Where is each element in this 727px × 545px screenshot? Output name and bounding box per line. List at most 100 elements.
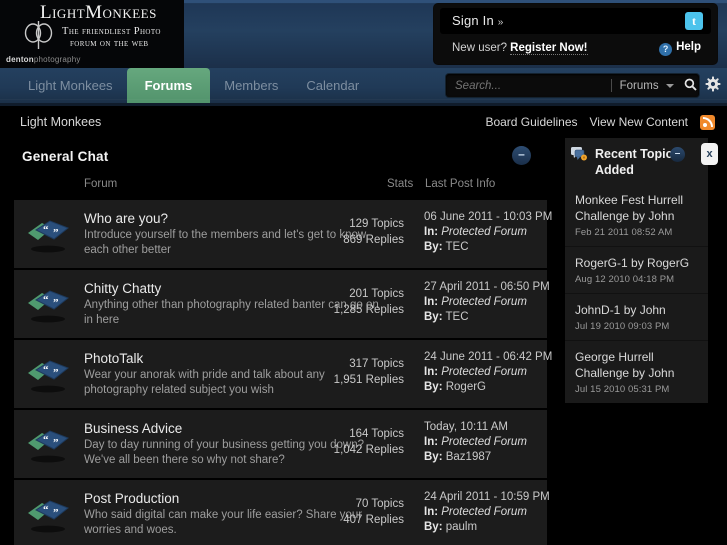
search-icon[interactable] — [683, 78, 699, 94]
recent-topic-title[interactable]: RogerG-1 by RogerG — [575, 255, 700, 271]
forum-last-post-cell: 24 June 2011 - 06:42 PM In: Protected For… — [424, 350, 554, 395]
forum-reply-count: 869 Replies — [343, 234, 404, 246]
new-user-label: New user? — [452, 42, 507, 54]
svg-text:“: “ — [43, 294, 49, 306]
table-row[interactable]: “ ” Business Advice Day to day running of… — [14, 410, 547, 480]
forum-icon-cell: “ ” — [14, 340, 84, 408]
minimize-panel-button[interactable]: – — [670, 147, 685, 162]
list-item[interactable]: George Hurrell Challenge by John Jul 15 2… — [565, 340, 708, 403]
sign-in-panel: Sign In » t New user? Register Now! ? Hel… — [434, 4, 717, 64]
forum-last-post-cell: 27 April 2011 - 06:50 PM In: Protected Fo… — [424, 280, 554, 325]
svg-text:“: “ — [43, 504, 49, 516]
forum-icon-cell: “ ” — [14, 200, 84, 268]
forum-last-post-cell: 06 June 2011 - 10:03 PM In: Protected For… — [424, 210, 554, 255]
last-post-forum-link[interactable]: Protected Forum — [441, 436, 527, 448]
last-post-forum-link[interactable]: Protected Forum — [441, 226, 527, 238]
recent-topic-title[interactable]: JohnD-1 by John — [575, 302, 700, 318]
collapse-category-button[interactable]: – — [512, 146, 531, 165]
table-row[interactable]: “ ” PhotoTalk Wear your anorak with pride… — [14, 340, 552, 410]
svg-text:”: ” — [53, 437, 59, 449]
column-header-forum: Forum — [84, 178, 118, 190]
nav-item-forums[interactable]: Forums — [126, 68, 211, 103]
list-item[interactable]: JohnD-1 by John Jul 19 2010 09:03 PM — [565, 293, 708, 340]
forum-stats-cell: 201 Topics 1,285 Replies — [314, 286, 404, 318]
rss-icon[interactable] — [700, 114, 715, 130]
twitter-icon[interactable]: t — [685, 12, 703, 30]
last-post-in-label: In: — [424, 366, 439, 378]
chevron-down-icon[interactable] — [665, 83, 674, 88]
comments-icon — [571, 147, 587, 161]
search-scope-label[interactable]: Forums — [612, 80, 663, 92]
last-post-author-link[interactable]: RogerG — [446, 381, 486, 393]
nav-item-calendar[interactable]: Calendar — [292, 68, 373, 103]
column-headers: Forum Stats Last Post Info — [0, 174, 555, 200]
forum-last-post-cell: Today, 10:11 AM In: Protected Forum By: Ba… — [424, 420, 554, 465]
new-user-prompt: New user? Register Now! — [452, 42, 588, 55]
recent-topic-title[interactable]: George Hurrell Challenge by John — [575, 349, 700, 381]
table-row[interactable]: “ ” Chitty Chatty Anything other than pho… — [14, 270, 550, 340]
page-title: General Chat — [22, 148, 109, 164]
forum-row-list: “ ” Who are you? Introduce yourself to th… — [14, 200, 552, 545]
help-link[interactable]: ? Help — [659, 41, 701, 56]
site-logo[interactable]: LightMonkees The friendliest Photo forum… — [0, 0, 184, 68]
forum-topic-count: 164 Topics — [349, 428, 404, 440]
svg-text:“: “ — [43, 224, 49, 236]
recent-topic-date: Feb 21 2011 08:52 AM — [575, 227, 673, 238]
sign-in-button[interactable]: Sign In » — [452, 13, 503, 28]
last-post-in-label: In: — [424, 506, 439, 518]
table-row[interactable]: “ ” Post Production Who said digital can … — [14, 480, 550, 545]
forum-topic-count: 70 Topics — [355, 498, 404, 510]
search-input[interactable] — [446, 75, 611, 96]
logo-tagline-line2: forum on the web — [70, 38, 149, 49]
page-body: General Chat – Forum Stats Last Post Inf… — [0, 138, 727, 545]
close-panel-button[interactable]: x — [701, 143, 718, 165]
table-row[interactable]: “ ” Who are you? Introduce yourself to th… — [14, 200, 552, 270]
recent-topic-date: Jul 15 2010 05:31 PM — [575, 384, 670, 395]
forum-icon-cell: “ ” — [14, 480, 84, 545]
nav-item-list: Light Monkees Forums Members Calendar — [14, 68, 373, 103]
register-now-link[interactable]: Register Now! — [510, 42, 588, 55]
forum-icon: “ ” — [28, 290, 69, 323]
forum-icon: “ ” — [28, 430, 69, 463]
list-item[interactable]: RogerG-1 by RogerG Aug 12 2010 04:18 PM — [565, 246, 708, 293]
recent-topic-title[interactable]: Monkee Fest Hurrell Challenge by John — [575, 192, 700, 224]
breadcrumb-current[interactable]: Light Monkees — [20, 115, 101, 129]
last-post-date: 24 June 2011 - 06:42 PM — [424, 351, 553, 363]
column-header-last-post: Last Post Info — [425, 178, 496, 190]
last-post-forum-link[interactable]: Protected Forum — [441, 366, 527, 378]
last-post-forum-link[interactable]: Protected Forum — [441, 296, 527, 308]
nav-item-light-monkees[interactable]: Light Monkees — [14, 68, 127, 103]
recent-topic-date: Aug 12 2010 04:18 PM — [575, 274, 675, 285]
logo-credit: dentonphotography — [6, 55, 81, 64]
help-icon: ? — [659, 43, 673, 56]
forum-list-column: General Chat – Forum Stats Last Post Inf… — [0, 138, 555, 545]
last-post-author-link[interactable]: paulm — [446, 521, 477, 533]
search-glyph — [684, 78, 697, 91]
recent-topics-header: Recent Topics Added – x — [565, 138, 718, 184]
sign-in-label: Sign In — [452, 13, 494, 28]
recent-topics-title: Recent Topics Added — [595, 147, 680, 177]
last-post-author-link[interactable]: Baz1987 — [446, 451, 491, 463]
board-guidelines-link[interactable]: Board Guidelines — [485, 115, 577, 129]
breadcrumb-actions: Board Guidelines View New Content — [485, 114, 715, 130]
nav-item-members[interactable]: Members — [210, 68, 292, 103]
view-new-content-link[interactable]: View New Content — [590, 115, 689, 129]
svg-text:”: ” — [53, 507, 59, 519]
forum-stats-cell: 317 Topics 1,951 Replies — [314, 356, 404, 388]
list-item[interactable]: Monkee Fest Hurrell Challenge by John Feb… — [565, 184, 708, 246]
last-post-date: 27 April 2011 - 06:50 PM — [424, 281, 550, 293]
last-post-author-link[interactable]: TEC — [446, 241, 469, 253]
last-post-author-link[interactable]: TEC — [446, 311, 469, 323]
site-header: LightMonkees The friendliest Photo forum… — [0, 0, 727, 68]
search-bar: Forums — [446, 74, 699, 97]
forum-topic-count: 201 Topics — [349, 288, 404, 300]
svg-text:”: ” — [53, 297, 59, 309]
dp-monogram-icon — [24, 21, 53, 49]
forum-icon-cell: “ ” — [14, 270, 84, 338]
last-post-forum-link[interactable]: Protected Forum — [441, 506, 527, 518]
forum-topic-count: 129 Topics — [349, 218, 404, 230]
recent-topic-date: Jul 19 2010 09:03 PM — [575, 321, 670, 332]
gear-icon[interactable] — [703, 76, 723, 96]
last-post-in-label: In: — [424, 296, 439, 308]
sign-in-row[interactable]: Sign In » t — [440, 8, 711, 34]
